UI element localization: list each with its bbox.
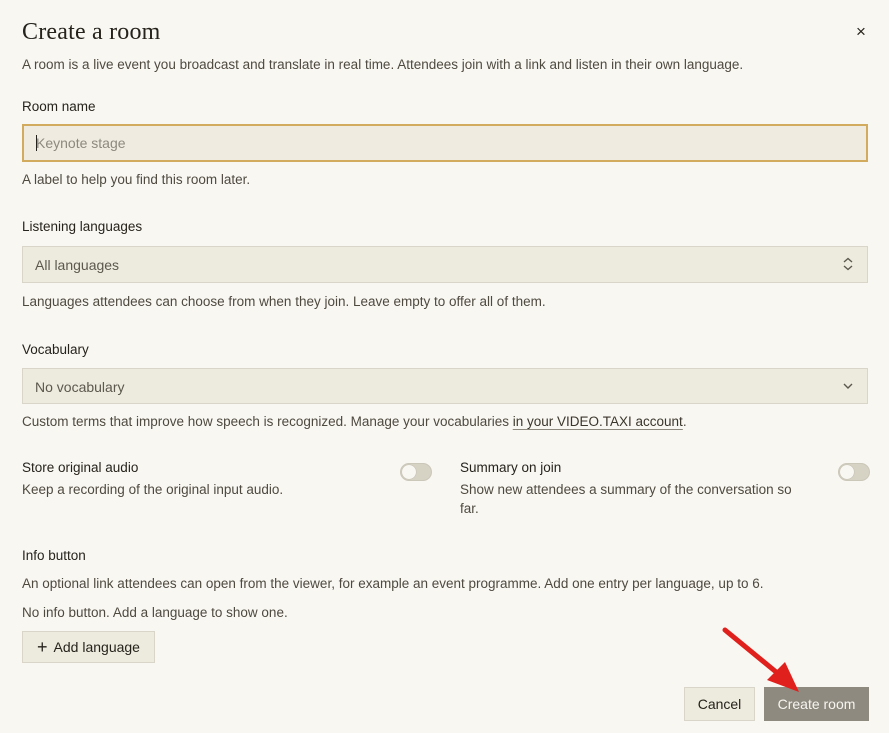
vocabulary-help: Custom terms that improve how speech is …: [22, 414, 687, 429]
summary-on-join-toggle[interactable]: [838, 463, 870, 481]
room-name-field[interactable]: [22, 124, 868, 162]
vocabulary-label: Vocabulary: [22, 342, 89, 357]
chevron-up-down-icon: [843, 257, 853, 271]
store-audio-label: Store original audio: [22, 460, 139, 475]
toggle-knob: [402, 465, 416, 479]
listening-languages-select[interactable]: All languages: [22, 246, 868, 283]
summary-on-join-label: Summary on join: [460, 460, 562, 475]
room-name-label: Room name: [22, 99, 96, 114]
vocabulary-help-suffix: .: [682, 414, 687, 429]
chevron-down-icon: [843, 383, 853, 389]
room-name-help: A label to help you find this room later…: [22, 172, 251, 187]
info-button-description: An optional link attendees can open from…: [22, 576, 764, 591]
dialog-title: Create a room: [22, 19, 161, 45]
add-language-label: Add language: [53, 639, 140, 655]
add-language-button[interactable]: + Add language: [22, 631, 155, 663]
annotation-arrow-icon: [722, 627, 799, 692]
listening-languages-help: Languages attendees can choose from when…: [22, 294, 546, 309]
dialog-subtitle: A room is a live event you broadcast and…: [22, 57, 744, 72]
summary-on-join-description-line2: far.: [460, 501, 479, 516]
video-taxi-account-link[interactable]: in your VIDEO.TAXI account: [513, 414, 683, 429]
listening-languages-value: All languages: [35, 257, 120, 273]
close-icon[interactable]: ×: [851, 22, 871, 42]
toggle-knob: [840, 465, 854, 479]
text-caret: [36, 135, 37, 151]
listening-languages-label: Listening languages: [22, 219, 143, 234]
store-audio-description: Keep a recording of the original input a…: [22, 482, 284, 497]
vocabulary-help-text: Custom terms that improve how speech is …: [22, 414, 513, 429]
vocabulary-select[interactable]: No vocabulary: [22, 368, 868, 404]
store-audio-toggle[interactable]: [400, 463, 432, 481]
create-room-dialog: Create a room × A room is a live event y…: [0, 0, 889, 733]
vocabulary-value: No vocabulary: [35, 379, 125, 395]
summary-on-join-description-line1: Show new attendees a summary of the conv…: [460, 482, 792, 497]
info-button-empty-text: No info button. Add a language to show o…: [22, 605, 288, 620]
info-button-label: Info button: [22, 548, 86, 563]
plus-icon: +: [37, 637, 48, 657]
room-name-input[interactable]: [24, 126, 866, 160]
